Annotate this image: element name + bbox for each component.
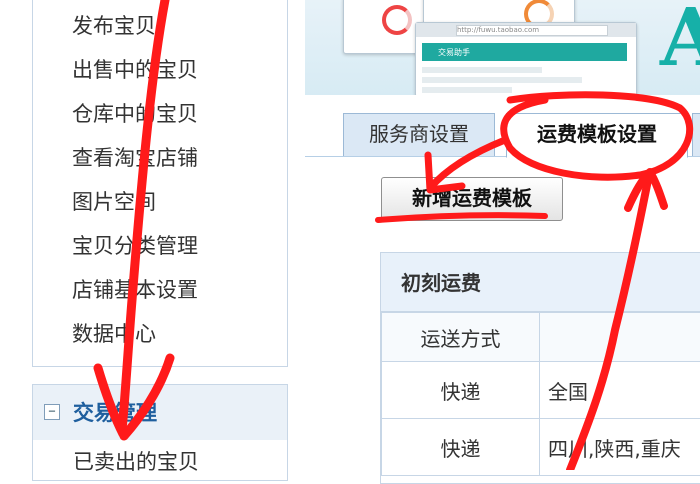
- tab-shipping-template-settings[interactable]: 运费模板设置: [506, 113, 688, 158]
- shipping-template-panel: 初刻运费 运送方式 快递 全国 快递 四川,陕西,重庆: [380, 252, 700, 484]
- sidebar-item-category-management[interactable]: 宝贝分类管理: [72, 228, 198, 272]
- column-header-method: 运送方式: [382, 313, 540, 362]
- content-line: [422, 87, 512, 93]
- promo-banner[interactable]: http://fuwu.taobao.com 交易助手 A: [305, 0, 700, 95]
- trade-management-list: 已卖出的宝贝: [32, 440, 288, 481]
- tab-service-provider-settings[interactable]: 服务商设置: [343, 113, 495, 156]
- column-header-area: [540, 313, 700, 362]
- app-name: 交易助手: [438, 47, 470, 58]
- content-line: [422, 77, 582, 83]
- shipping-method-cell: 快递: [382, 419, 540, 476]
- browser-toolbar: http://fuwu.taobao.com: [416, 23, 636, 37]
- sidebar-item-image-space[interactable]: 图片空间: [72, 184, 198, 228]
- sidebar-item-items-on-sale[interactable]: 出售中的宝贝: [72, 52, 198, 96]
- arrow-up-head: [628, 172, 664, 208]
- table-row: 快递 全国: [382, 362, 700, 419]
- tab-next[interactable]: [692, 113, 700, 156]
- sidebar-item-store-basic-settings[interactable]: 店铺基本设置: [72, 272, 198, 316]
- brand-logo: A: [660, 0, 700, 84]
- add-shipping-template-button[interactable]: 新增运费模板: [381, 177, 563, 221]
- section-title: 交易管理: [73, 397, 157, 427]
- template-name: 初刻运费: [401, 267, 481, 296]
- collapse-icon[interactable]: −: [44, 404, 60, 420]
- trade-management-header[interactable]: − 交易管理: [32, 384, 288, 441]
- template-header: 初刻运费: [381, 253, 700, 312]
- delivery-area-cell: 四川,陕西,重庆: [540, 419, 700, 476]
- sidebar-item-publish-item[interactable]: 发布宝贝: [72, 8, 198, 52]
- address-bar: http://fuwu.taobao.com: [456, 25, 608, 36]
- sidebar-item-items-in-warehouse[interactable]: 仓库中的宝贝: [72, 96, 198, 140]
- sidebar-item-sold-items[interactable]: 已卖出的宝贝: [73, 446, 199, 476]
- delivery-area-cell: 全国: [540, 362, 700, 419]
- shipping-method-cell: 快递: [382, 362, 540, 419]
- table-header-row: 运送方式: [382, 313, 700, 362]
- content-line: [422, 67, 542, 73]
- shipping-rates-table: 运送方式 快递 全国 快递 四川,陕西,重庆: [381, 312, 700, 476]
- table-row: 快递 四川,陕西,重庆: [382, 419, 700, 476]
- chart-ring-icon: [382, 5, 412, 35]
- sidebar-item-data-center[interactable]: 数据中心: [72, 316, 198, 360]
- browser-window-image: http://fuwu.taobao.com 交易助手: [415, 22, 637, 95]
- app-header-bar: 交易助手: [422, 43, 627, 61]
- sidebar: 发布宝贝 出售中的宝贝 仓库中的宝贝 查看淘宝店铺 图片空间 宝贝分类管理 店铺…: [0, 0, 305, 470]
- sidebar-item-view-store[interactable]: 查看淘宝店铺: [72, 140, 198, 184]
- sidebar-menu: 发布宝贝 出售中的宝贝 仓库中的宝贝 查看淘宝店铺 图片空间 宝贝分类管理 店铺…: [72, 8, 198, 360]
